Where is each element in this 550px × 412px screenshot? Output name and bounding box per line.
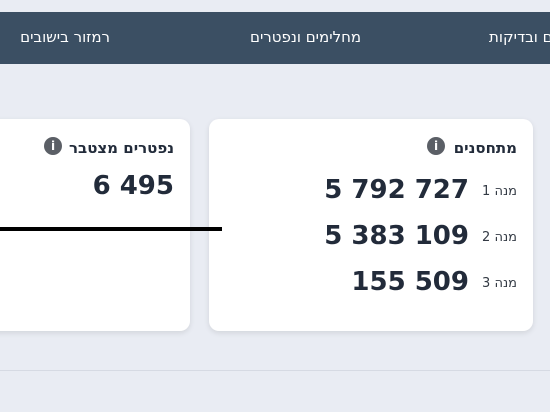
dose-row: מנה 2 5 383 109	[317, 221, 517, 251]
deaths-card: נפטרים מצטבר i 6 495	[0, 119, 190, 331]
top-navigation-bar: רמזור בישובים מחלימים ונפטרים נים ובדיקו…	[0, 12, 550, 64]
dose-label: מנה 2	[482, 230, 517, 245]
dose-value: 5 383 109	[324, 221, 469, 251]
dose-row: מנה 1 5 792 727	[317, 175, 517, 205]
dose-value: 155 509	[351, 267, 469, 297]
vaccinated-card: מתחסנים i מנה 1 5 792 727 מנה 2 5 383 10…	[209, 119, 533, 331]
info-icon[interactable]: i	[44, 137, 62, 155]
vaccinated-card-title: מתחסנים	[453, 139, 517, 157]
info-icon[interactable]: i	[427, 137, 445, 155]
dose-label: מנה 3	[482, 276, 517, 291]
deaths-card-title: נפטרים מצטבר	[69, 139, 174, 157]
deaths-total-value: 6 495	[92, 171, 174, 201]
overlay-line	[0, 227, 222, 231]
nav-item-tests[interactable]: נים ובדיקות	[489, 28, 550, 46]
nav-item-recovered-and-deceased[interactable]: מחלימים ונפטרים	[250, 28, 361, 46]
dose-label: מנה 1	[482, 184, 517, 199]
dose-value: 5 792 727	[324, 175, 469, 205]
nav-item-traffic-light[interactable]: רמזור בישובים	[20, 28, 110, 46]
dose-row: מנה 3 155 509	[317, 267, 517, 297]
section-divider	[0, 370, 550, 371]
